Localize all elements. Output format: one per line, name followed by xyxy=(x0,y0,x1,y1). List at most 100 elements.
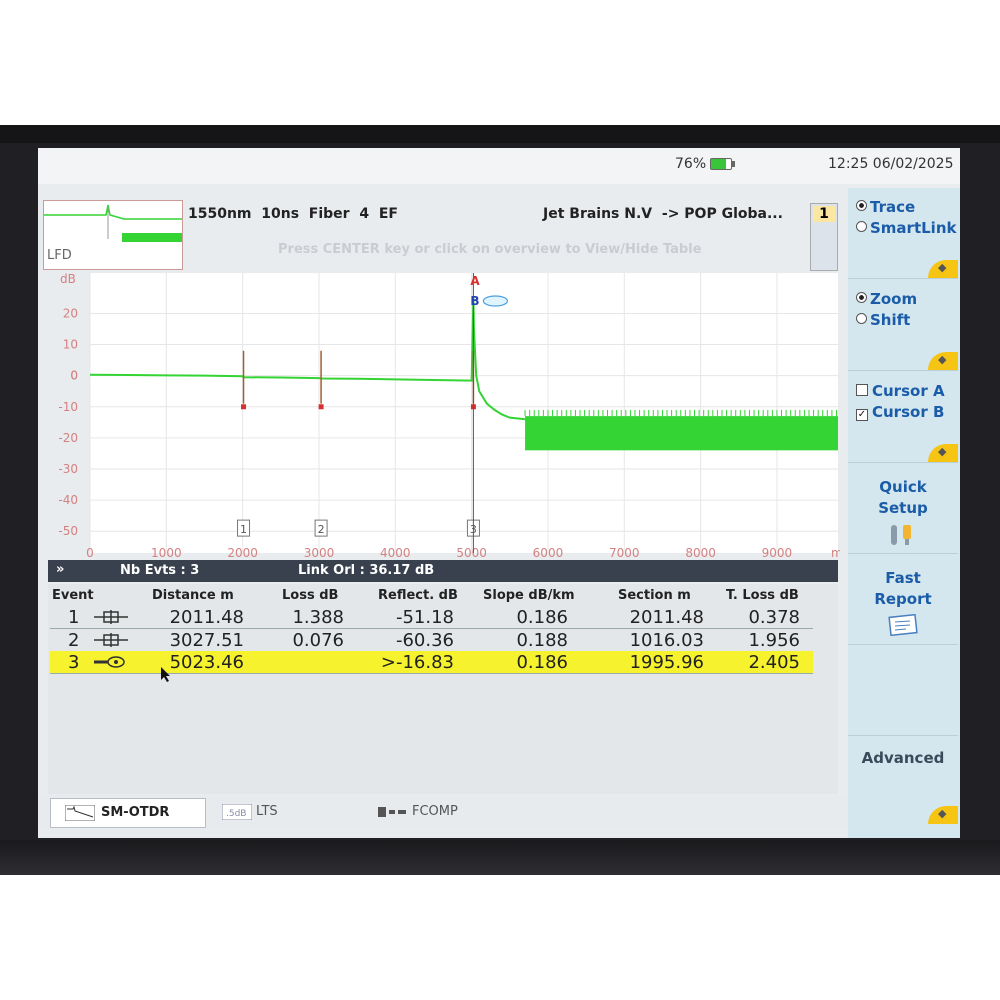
table-row[interactable]: 2 3027.51 0.076 -60.36 0.188 1016.03 1.9… xyxy=(50,629,813,652)
x-tick-label: 2000 xyxy=(227,546,258,560)
tab-fcomp[interactable]: FCOMP xyxy=(364,798,514,826)
radio-smartlink[interactable]: SmartLink xyxy=(856,219,956,237)
battery-level: 76% xyxy=(675,156,707,172)
fiber-end-marker-icon xyxy=(482,295,508,307)
x-tick-label: 8000 xyxy=(685,546,716,560)
fast-report-label: Fast Report xyxy=(874,569,932,608)
tab-label: FCOMP xyxy=(412,804,458,819)
device-screen: 76% 12:25 06/02/2025 LFD 1550nm 10ns Fib… xyxy=(38,148,960,838)
battery-icon xyxy=(710,158,735,170)
cell-tloss: 1.956 xyxy=(748,630,800,651)
x-tick-label: 1000 xyxy=(151,546,182,560)
cell-loss: 0.076 xyxy=(292,630,344,651)
otdr-trace-chart[interactable]: 0 1000 2000 3000 4000 5000 6000 7000 8000 9000 m20… xyxy=(38,268,840,563)
x-tick-label: 9000 xyxy=(762,546,793,560)
overview-noise xyxy=(122,233,182,242)
cell-distance: 3027.51 xyxy=(169,630,244,651)
expand-corner-icon[interactable] xyxy=(928,260,958,278)
y-tick-label: 20 xyxy=(63,306,78,320)
advanced-button[interactable]: Advanced xyxy=(848,736,958,838)
cell-reflect: -60.36 xyxy=(395,630,454,651)
x-tick-label: 0 xyxy=(86,546,94,560)
trace-number: 1 xyxy=(813,206,835,222)
cell-event: 3 xyxy=(68,652,80,673)
radio-on-icon xyxy=(856,292,867,303)
noise-band xyxy=(525,416,838,451)
quick-setup-label: Quick Setup xyxy=(878,478,928,517)
x-tick-label: 5000 xyxy=(456,546,487,560)
tab-label: LTS xyxy=(256,804,278,819)
checkbox-cursor-a[interactable]: Cursor A xyxy=(856,382,945,400)
radio-off-icon xyxy=(856,313,867,324)
expand-corner-icon[interactable] xyxy=(928,444,958,462)
event-label: 1 xyxy=(240,523,247,536)
mouse-pointer-icon xyxy=(161,667,170,682)
report-icon xyxy=(888,614,918,636)
fast-report-button[interactable]: Fast Report xyxy=(848,554,958,645)
bezel-bottom xyxy=(0,840,1000,875)
cursor-b-label: B xyxy=(470,294,479,308)
cell-loss: 1.388 xyxy=(292,607,344,628)
radio-zoom[interactable]: Zoom xyxy=(856,290,917,308)
y-tick-label: -30 xyxy=(58,462,78,476)
col-loss: Loss dB xyxy=(282,588,339,603)
table-row[interactable]: 1 2011.48 1.388 -51.18 0.186 2011.48 0.3… xyxy=(50,606,813,629)
status-bar: 76% 12:25 06/02/2025 xyxy=(38,148,960,184)
splice-icon xyxy=(94,633,128,647)
cursor-a-label: A xyxy=(470,274,480,288)
expand-corner-icon[interactable] xyxy=(928,352,958,370)
trace-parameters: 1550nm 10ns Fiber 4 EF xyxy=(188,206,398,222)
col-distance: Distance m xyxy=(152,588,234,603)
tools-icon xyxy=(891,525,911,545)
event-table: Event Distance m Loss dB Reflect. dB Slo… xyxy=(48,584,838,794)
right-sidebar: Trace SmartLink Zoom Shift Cursor A ✓Cur… xyxy=(848,188,960,838)
empty-softkey[interactable] xyxy=(848,645,958,736)
event-count: Nb Evts : 3 xyxy=(120,563,200,578)
quick-setup-button[interactable]: Quick Setup xyxy=(848,463,958,554)
y-axis-label: dB xyxy=(60,272,76,286)
cell-reflect: -51.18 xyxy=(395,607,454,628)
x-tick-label: 7000 xyxy=(609,546,640,560)
checkbox-empty-icon xyxy=(856,384,868,396)
tab-lts[interactable]: .5dB LTS xyxy=(208,798,358,826)
checkbox-label: Cursor B xyxy=(872,403,945,421)
module-tabs: SM-OTDR .5dB LTS FCOMP xyxy=(38,796,960,828)
cell-section: 2011.48 xyxy=(629,607,704,628)
lts-icon: .5dB xyxy=(222,804,252,820)
radio-shift[interactable]: Shift xyxy=(856,311,910,329)
link-orl: Link Orl : 36.17 dB xyxy=(298,563,435,578)
radio-label: SmartLink xyxy=(870,219,957,237)
cell-reflect: >-16.83 xyxy=(380,652,454,673)
trace-number-selector[interactable]: 1 xyxy=(810,203,838,271)
event-point xyxy=(318,404,324,410)
col-reflect: Reflect. dB xyxy=(378,588,458,603)
zoom-shift-group: Zoom Shift xyxy=(848,279,958,371)
cell-distance: 5023.46 xyxy=(169,652,244,673)
checkbox-cursor-b[interactable]: ✓ Cursor B xyxy=(856,403,944,421)
bezel-top xyxy=(0,125,1000,143)
advanced-label: Advanced xyxy=(861,749,945,767)
x-axis-label: m xyxy=(831,546,840,560)
col-section: Section m xyxy=(618,588,691,603)
cell-section: 1995.96 xyxy=(629,652,704,673)
table-summary-bar: » Nb Evts : 3 Link Orl : 36.17 dB xyxy=(48,560,838,582)
clock: 12:25 06/02/2025 xyxy=(828,156,954,172)
tab-sm-otdr[interactable]: SM-OTDR xyxy=(50,798,206,828)
expand-corner-icon[interactable] xyxy=(928,806,958,824)
collapse-chevron-icon[interactable]: » xyxy=(56,562,64,577)
route-info: Jet Brains N.V -> POP Globa... xyxy=(543,206,783,222)
svg-text:.5dB: .5dB xyxy=(226,809,246,819)
col-event: Event xyxy=(52,588,94,603)
cell-event: 2 xyxy=(68,630,80,651)
radio-off-icon xyxy=(856,221,867,232)
radio-trace[interactable]: Trace xyxy=(856,198,915,216)
radio-on-icon xyxy=(856,200,867,211)
y-tick-label: -50 xyxy=(58,524,78,538)
radio-label: Zoom xyxy=(870,290,918,308)
col-tloss: T. Loss dB xyxy=(726,588,799,603)
x-tick-label: 3000 xyxy=(304,546,335,560)
event-point xyxy=(241,404,247,410)
splice-icon xyxy=(94,610,128,624)
y-tick-label: 0 xyxy=(70,369,78,383)
y-tick-label: -40 xyxy=(58,493,78,507)
